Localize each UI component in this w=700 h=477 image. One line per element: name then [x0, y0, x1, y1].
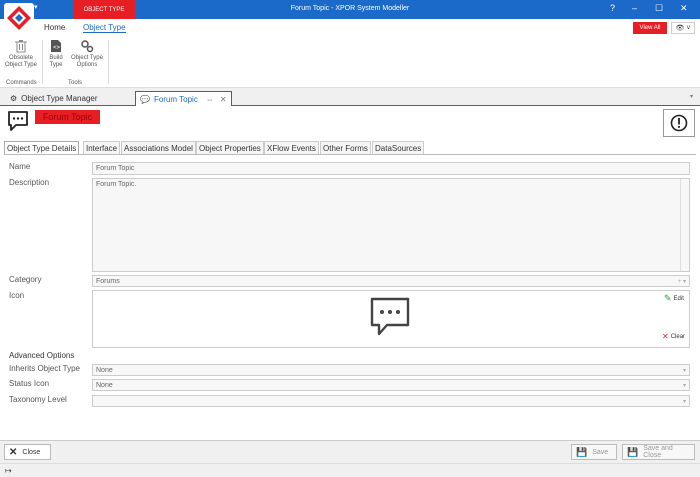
gear-icon: ⚙ — [10, 94, 18, 103]
visibility-dropdown-button[interactable]: 👁 ˅ — [671, 22, 695, 34]
save-button[interactable]: 💾 Save — [571, 444, 617, 460]
inherits-value: None — [96, 367, 113, 374]
close-button[interactable]: ✕ Close — [4, 444, 51, 460]
category-select[interactable]: Forums + ▾ — [92, 275, 690, 287]
alert-button[interactable] — [663, 109, 695, 137]
object-type-options-label: Object Type Options — [71, 55, 103, 68]
obsolete-object-type-button[interactable]: Obsolete Object Type — [3, 39, 39, 69]
chevron-down-icon: ▾ — [682, 399, 686, 405]
tab-xflow-events[interactable]: XFlow Events — [264, 141, 319, 154]
bottom-action-bar: ✕ Close 💾 Save 💾 Save and Close — [0, 440, 700, 463]
object-type-editor: Forum Topic Object Type Details Interfac… — [0, 106, 700, 440]
name-field[interactable]: Forum Topic — [92, 162, 690, 175]
group-label-commands: Commands — [6, 80, 37, 86]
help-button[interactable]: ? — [610, 3, 615, 13]
close-x-icon: ✕ — [9, 446, 18, 458]
object-type-options-button[interactable]: Object Type Options — [68, 39, 106, 69]
floppy-disk-icon: 💾 — [576, 446, 588, 457]
gears-icon — [81, 40, 94, 53]
pencil-icon: ✎ — [664, 293, 672, 303]
description-scrollbar[interactable] — [680, 179, 689, 271]
obsolete-label: Obsolete Object Type — [5, 55, 37, 68]
ribbon-tab-bar: Home Object Type — [0, 19, 700, 36]
category-label: Category — [9, 275, 42, 284]
status-bar: ↦ — [0, 463, 700, 477]
edit-icon-button[interactable]: ✎ Edit — [664, 293, 684, 304]
tab-datasources[interactable]: DataSources — [372, 141, 425, 154]
category-value: Forums — [96, 278, 120, 285]
pin-icon[interactable]: ⇔ — [206, 95, 214, 104]
status-icon-select[interactable]: None ▾ — [92, 379, 690, 391]
tab-object-properties[interactable]: Object Properties — [196, 141, 264, 154]
description-text: Forum Topic. — [96, 181, 137, 188]
taxonomy-select[interactable]: ▾ — [92, 395, 690, 407]
status-icon-value: None — [96, 382, 113, 389]
object-header: Forum Topic — [0, 106, 700, 138]
code-file-icon: <> — [51, 40, 61, 52]
floppy-disk-icon: 💾 — [627, 446, 639, 457]
icon-preview-box — [92, 290, 690, 348]
xpor-logo-icon — [7, 6, 31, 30]
group-label-tools: Tools — [68, 80, 83, 86]
inherits-select[interactable]: None ▾ — [92, 364, 690, 376]
svg-text:<>: <> — [53, 44, 61, 51]
doc-tab-forum-topic[interactable]: 💬 Forum Topic ⇔ ✕ — [135, 91, 232, 106]
close-label: Close — [22, 448, 41, 456]
chevron-down-icon: + ▾ — [677, 279, 686, 285]
description-field[interactable]: Forum Topic. — [92, 178, 690, 272]
close-tab-icon[interactable]: ✕ — [220, 95, 227, 104]
logout-icon[interactable]: ↦ — [5, 466, 12, 475]
close-window-button[interactable]: ✕ — [680, 3, 688, 14]
build-type-label: Build Type — [49, 55, 63, 68]
object-title: Forum Topic — [35, 110, 100, 124]
tab-home[interactable]: Home — [44, 23, 65, 32]
window-title: Forum Topic - XPOR System Modeller — [290, 5, 410, 12]
advanced-options-title: Advanced Options — [9, 351, 75, 360]
speech-bubble-icon: 💬 — [140, 94, 150, 104]
app-logo[interactable] — [4, 3, 34, 33]
tab-interface[interactable]: Interface — [83, 141, 121, 154]
chevron-down-icon: ▾ — [682, 368, 686, 374]
doc-tab-object-type-manager[interactable]: ⚙ Object Type Manager — [10, 91, 98, 106]
tab-list-dropdown-icon[interactable]: ▾ — [690, 93, 693, 100]
edit-label: Edit — [673, 295, 684, 302]
save-and-close-button[interactable]: 💾 Save and Close — [622, 444, 695, 460]
inherits-label: Inherits Object Type — [9, 364, 80, 373]
clear-icon-button[interactable]: ✕ Clear — [662, 332, 685, 341]
save-and-close-label: Save and Close — [643, 445, 673, 459]
chat-bubble-icon — [8, 111, 28, 131]
save-label: Save — [592, 448, 609, 456]
minimize-button[interactable]: – — [632, 3, 637, 13]
tab-object-type[interactable]: Object Type — [83, 23, 126, 33]
doc-tab-label: Object Type Manager — [21, 94, 98, 103]
taxonomy-label: Taxonomy Level — [9, 395, 67, 404]
clear-x-icon: ✕ — [662, 332, 669, 341]
ribbon-panel: Obsolete Object Type <> Build Type Objec… — [0, 36, 700, 88]
chat-bubble-icon — [370, 297, 410, 336]
icon-label: Icon — [9, 291, 25, 300]
build-type-button[interactable]: <> Build Type — [46, 39, 66, 69]
trash-icon — [15, 40, 27, 53]
description-label: Description — [9, 178, 50, 187]
title-bar: ▾ OBJECT TYPE Forum Topic - XPOR System … — [0, 0, 700, 19]
view-all-button[interactable]: View All — [633, 22, 667, 34]
tab-object-type-details[interactable]: Object Type Details — [4, 141, 80, 154]
name-label: Name — [9, 162, 31, 171]
doc-tab-label: Forum Topic — [153, 94, 198, 104]
clear-label: Clear — [670, 333, 686, 340]
tab-other-forms[interactable]: Other Forms — [320, 141, 371, 154]
exclamation-circle-icon — [670, 114, 688, 132]
status-icon-label: Status Icon — [9, 379, 50, 388]
tab-associations-model[interactable]: Associations Model — [121, 141, 196, 154]
maximize-button[interactable]: ☐ — [655, 3, 663, 14]
document-tab-bar: ⚙ Object Type Manager 💬 Forum Topic ⇔ ✕ … — [0, 89, 700, 106]
chevron-down-icon: ▾ — [682, 383, 686, 389]
